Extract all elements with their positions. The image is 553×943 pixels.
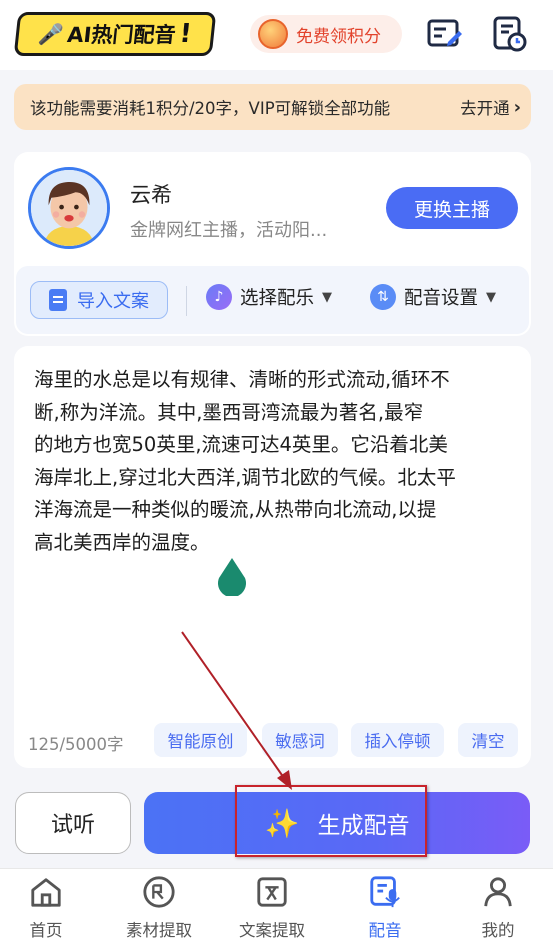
import-text-label: 导入文案 bbox=[77, 291, 149, 312]
history-clock-icon[interactable] bbox=[492, 16, 528, 52]
nav-home-label: 首页 bbox=[29, 921, 63, 940]
vip-banner-text: 该功能需要消耗1积分/20字，VIP可解锁全部功能 bbox=[30, 99, 391, 118]
open-vip-label: 去开通 bbox=[460, 99, 510, 118]
anchor-card: 云希 金牌网红主播，活动阳... 更换主播 导入文案 ♪ 选择配乐 ▼ ⇅ 配音… bbox=[14, 152, 531, 336]
text-line: 洋海流是一种类似的暖流,从热带向北流动,以提 bbox=[34, 498, 437, 521]
nav-dubbing-label: 配音 bbox=[368, 921, 402, 940]
cursor-handle-icon[interactable] bbox=[216, 556, 248, 596]
select-music-dropdown[interactable]: ♪ 选择配乐 ▼ bbox=[206, 284, 332, 310]
character-count: 125/5000字 bbox=[28, 735, 124, 754]
profile-icon bbox=[484, 877, 512, 907]
material-extract-icon bbox=[143, 876, 175, 908]
select-music-label: 选择配乐 bbox=[240, 288, 315, 309]
free-points-button[interactable]: 免费领积分 bbox=[250, 15, 402, 53]
import-text-button[interactable]: 导入文案 bbox=[30, 281, 168, 319]
document-icon bbox=[49, 289, 67, 311]
clear-button[interactable]: 清空 bbox=[458, 723, 518, 757]
nav-dubbing[interactable]: 配音 bbox=[335, 875, 435, 941]
logo-text: AI热门配音 bbox=[66, 23, 177, 47]
open-vip-link[interactable]: 去开通 › bbox=[460, 95, 521, 119]
text-editor[interactable]: 海里的水总是以有规律、清晰的形式流动,循环不 断,称为洋流。其中,墨西哥湾流最为… bbox=[34, 364, 514, 559]
microphone-icon: 🎤 bbox=[37, 22, 65, 46]
app-logo: 🎤 AI热门配音 ! bbox=[13, 12, 217, 56]
home-icon bbox=[31, 878, 61, 907]
nav-home[interactable]: 首页 bbox=[0, 875, 96, 941]
change-anchor-button[interactable]: 更换主播 bbox=[386, 187, 518, 229]
nav-text-extract-label: 文案提取 bbox=[239, 921, 305, 940]
edit-document-icon[interactable] bbox=[426, 16, 462, 52]
anchor-name: 云希 bbox=[130, 183, 172, 207]
bottom-nav: 首页 素材提取 文案提取 配音 我的 bbox=[0, 868, 553, 943]
text-line: 海里的水总是以有规律、清晰的形式流动,循环不 bbox=[34, 368, 450, 391]
preview-listen-button[interactable]: 试听 bbox=[15, 792, 131, 854]
text-line: 高北美西岸的温度。 bbox=[34, 530, 210, 554]
music-note-icon: ♪ bbox=[206, 284, 232, 310]
chevron-down-icon: ▼ bbox=[486, 289, 497, 305]
nav-material-extract-label: 素材提取 bbox=[126, 921, 192, 940]
text-line: 断,称为洋流。其中,墨西哥湾流最为著名,最窄 bbox=[34, 400, 424, 424]
chevron-down-icon: ▼ bbox=[322, 289, 333, 305]
text-extract-icon bbox=[257, 877, 287, 907]
text-line: 海岸北上,穿过北大西洋,调节北欧的气候。北太平 bbox=[34, 465, 456, 489]
coin-icon bbox=[258, 19, 288, 49]
dubbing-settings-label: 配音设置 bbox=[404, 288, 479, 309]
insert-pause-button[interactable]: 插入停顿 bbox=[351, 723, 444, 757]
generate-dubbing-button[interactable]: ✨ 生成配音 bbox=[144, 792, 530, 854]
avatar[interactable] bbox=[28, 167, 110, 249]
settings-sliders-icon: ⇅ bbox=[370, 284, 396, 310]
nav-profile-label: 我的 bbox=[481, 921, 515, 940]
editor-toolbar: 导入文案 ♪ 选择配乐 ▼ ⇅ 配音设置 ▼ bbox=[16, 266, 529, 334]
dubbing-settings-dropdown[interactable]: ⇅ 配音设置 ▼ bbox=[370, 284, 496, 310]
sparkle-icon: ✨ bbox=[264, 806, 300, 840]
nav-text-extract[interactable]: 文案提取 bbox=[222, 875, 322, 941]
nav-profile[interactable]: 我的 bbox=[448, 875, 548, 941]
anchor-description: 金牌网红主播，活动阳... bbox=[130, 220, 328, 241]
text-line: 的地方也宽50英里,流速可达4英里。它沿着北美 bbox=[34, 433, 448, 456]
chevron-right-icon: › bbox=[513, 96, 521, 118]
text-editor-card: 海里的水总是以有规律、清晰的形式流动,循环不 断,称为洋流。其中,墨西哥湾流最为… bbox=[14, 346, 531, 768]
header: 🎤 AI热门配音 ! 免费领积分 bbox=[0, 0, 553, 70]
nav-material-extract[interactable]: 素材提取 bbox=[109, 875, 209, 941]
smart-original-button[interactable]: 智能原创 bbox=[154, 723, 247, 757]
sensitive-words-button[interactable]: 敏感词 bbox=[262, 723, 338, 757]
toolbar-divider bbox=[186, 286, 187, 316]
vip-banner[interactable]: 该功能需要消耗1积分/20字，VIP可解锁全部功能 去开通 › bbox=[14, 84, 531, 130]
logo-bang: ! bbox=[177, 19, 193, 49]
free-points-label: 免费领积分 bbox=[296, 26, 381, 47]
generate-dubbing-label: 生成配音 bbox=[317, 813, 410, 839]
dubbing-icon bbox=[370, 876, 400, 908]
